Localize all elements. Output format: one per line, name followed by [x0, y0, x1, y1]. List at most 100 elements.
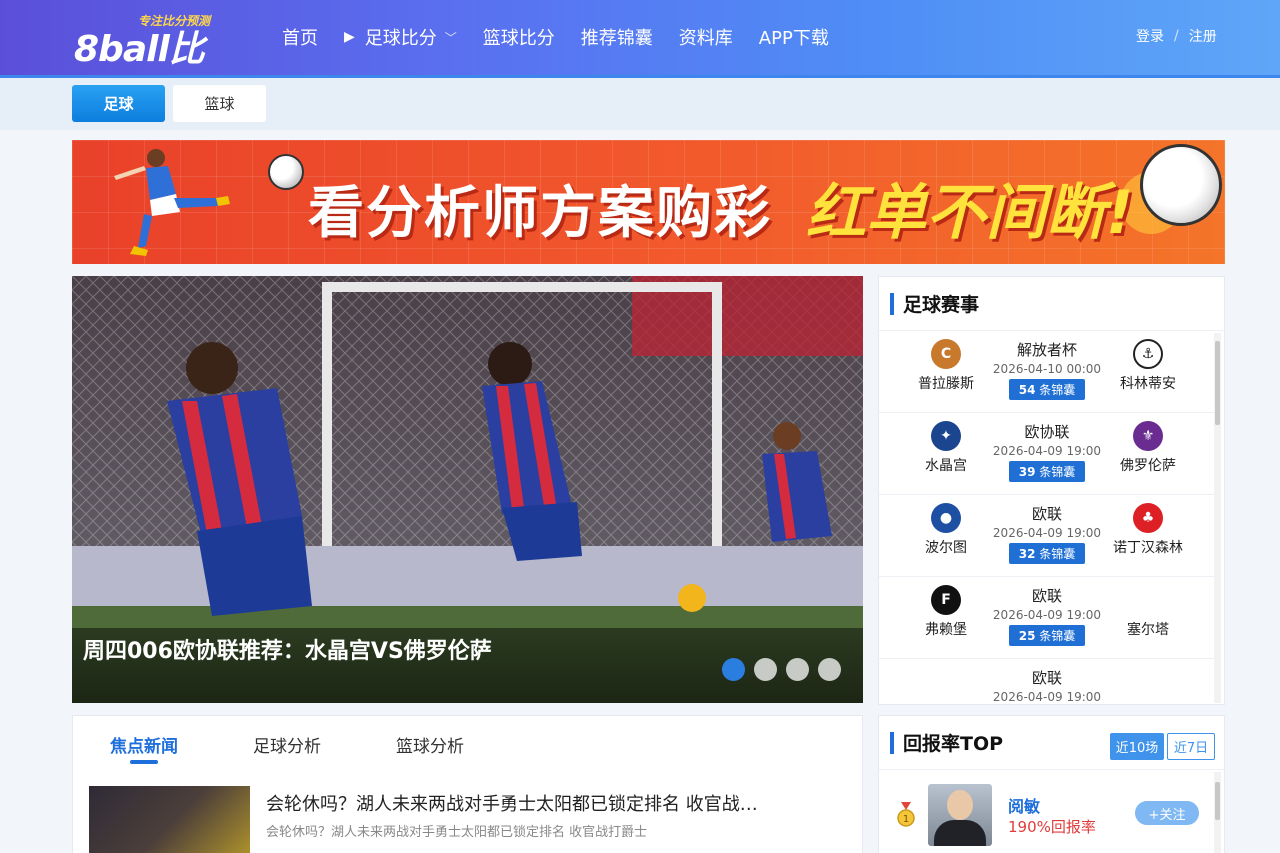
- away-team: ⚓ 科林蒂安: [1108, 339, 1188, 393]
- away-team-name: 科林蒂安: [1120, 376, 1176, 392]
- carousel-dot-4[interactable]: [818, 658, 841, 681]
- match-item[interactable]: F 弗赖堡 欧联 2026-04-09 19:00 25 条锦囊 塞尔塔: [879, 577, 1215, 659]
- rank-scrollbar[interactable]: [1214, 772, 1221, 853]
- match-info: 解放者杯 2026-04-10 00:00 54 条锦囊: [979, 339, 1115, 400]
- home-team-name: 普拉滕斯: [918, 376, 974, 392]
- football-matches-panel: 足球赛事 C 普拉滕斯 解放者杯 2026-04-10 00:00 54 条锦囊…: [878, 276, 1225, 705]
- news-thumbnail[interactable]: [89, 786, 250, 853]
- match-item[interactable]: ● 波尔图 欧联 2026-04-09 19:00 32 条锦囊 ♣ 诺丁汉森林: [879, 495, 1215, 577]
- match-item[interactable]: C 普拉滕斯 解放者杯 2026-04-10 00:00 54 条锦囊 ⚓ 科林…: [879, 331, 1215, 413]
- nav-home-label: 首页: [282, 28, 318, 49]
- matches-title: 足球赛事: [903, 294, 980, 316]
- login-link[interactable]: 登录: [1136, 26, 1164, 46]
- tips-badge[interactable]: 54 条锦囊: [1008, 379, 1086, 400]
- tips-badge[interactable]: 32 条锦囊: [1008, 543, 1086, 564]
- main-nav: 首页 ▶ 足球比分 ﹀ 篮球比分 推荐锦囊 资料库 APP下载: [282, 22, 855, 52]
- scrollbar-thumb[interactable]: [1215, 782, 1220, 820]
- soccer-player-illustration: [114, 149, 230, 256]
- match-item[interactable]: ✦ 水晶宫 欧协联 2026-04-09 19:00 39 条锦囊 ⚜ 佛罗伦萨: [879, 413, 1215, 495]
- match-time: 2026-04-09 19:00: [992, 526, 1102, 540]
- tips-suffix: 条锦囊: [1039, 629, 1076, 643]
- promo-banner[interactable]: 看分析师方案购彩 红单不间断!: [72, 140, 1225, 264]
- medal-rank: 1: [903, 814, 909, 825]
- match-time: 2026-04-10 00:00: [992, 362, 1102, 376]
- nav-database-label: 资料库: [678, 28, 733, 49]
- nav-tips[interactable]: 推荐锦囊: [581, 24, 653, 50]
- scrollbar-thumb[interactable]: [1215, 341, 1220, 425]
- carousel-dots: [722, 658, 850, 681]
- tab-focus-news-label: 焦点新闻: [110, 737, 178, 757]
- sport-tab-bar: 足球 篮球: [0, 78, 1280, 130]
- home-team-name: 波尔图: [925, 540, 967, 556]
- nav-basketball-label: 篮球比分: [482, 28, 555, 49]
- away-team-name: 诺丁汉森林: [1113, 540, 1183, 556]
- home-team: F 弗赖堡: [906, 585, 986, 639]
- matches-scrollbar[interactable]: [1214, 333, 1221, 703]
- carousel-dot-2[interactable]: [754, 658, 777, 681]
- match-time: 2026-04-09 19:00: [992, 608, 1102, 622]
- tips-badge[interactable]: 39 条锦囊: [1008, 461, 1086, 482]
- news-title[interactable]: 会轮休吗？湖人未来两战对手勇士太阳都已锁定排名 收官战…: [266, 790, 758, 816]
- match-info: 欧联 2026-04-09 19:00 25 条锦囊: [979, 585, 1115, 646]
- nav-database[interactable]: 资料库: [679, 24, 733, 50]
- nav-basketball-score[interactable]: 篮球比分: [483, 24, 555, 50]
- carousel-dot-1[interactable]: [722, 658, 745, 681]
- home-team-name: 弗赖堡: [925, 622, 967, 638]
- avatar[interactable]: [928, 784, 992, 846]
- away-team: ⚜ 佛罗伦萨: [1108, 421, 1188, 475]
- expert-return-rate: 190%回报率: [1008, 818, 1096, 836]
- away-team-name: 塞尔塔: [1127, 622, 1169, 638]
- rank-header: 回报率TOP 近10场 近7日: [879, 716, 1224, 770]
- matches-header: 足球赛事: [879, 277, 1224, 331]
- nav-home[interactable]: 首页: [282, 24, 318, 50]
- team-crest-icon: F: [931, 585, 961, 615]
- tips-count: 54: [1018, 383, 1036, 397]
- team-crest-icon: C: [931, 339, 961, 369]
- hero-caption[interactable]: 周四006欧协联推荐：水晶宫VS佛罗伦萨: [83, 633, 492, 665]
- home-team: ✦ 水晶宫: [906, 421, 986, 475]
- carousel-dot-3[interactable]: [786, 658, 809, 681]
- team-crest-icon: ✦: [931, 421, 961, 451]
- match-item[interactable]: 欧联 2026-04-09 19:00: [879, 659, 1215, 704]
- team-crest-icon: ♣: [1133, 503, 1163, 533]
- news-panel: 焦点新闻 足球分析 篮球分析 会轮休吗？湖人未来两战对手勇士太阳都已锁定排名 收…: [72, 715, 863, 853]
- site-logo[interactable]: 专注比分预测 8ball比分: [74, 10, 234, 122]
- match-list: C 普拉滕斯 解放者杯 2026-04-10 00:00 54 条锦囊 ⚓ 科林…: [879, 331, 1215, 704]
- banner-main-text: 看分析师方案购彩: [308, 181, 772, 246]
- title-accent-bar: [890, 292, 894, 315]
- nav-app-download[interactable]: APP下载: [759, 24, 829, 50]
- tab-football-analysis[interactable]: 足球分析: [253, 732, 321, 757]
- team-crest-icon: ⚓: [1133, 339, 1163, 369]
- away-team-name: 佛罗伦萨: [1120, 458, 1176, 474]
- follow-button[interactable]: +关注: [1135, 801, 1199, 825]
- auth-links: 登录 / 注册: [1136, 26, 1217, 46]
- away-team: 塞尔塔: [1108, 585, 1188, 639]
- expert-name[interactable]: 阅敏: [1008, 793, 1040, 817]
- tab-football[interactable]: 足球: [72, 85, 165, 122]
- tips-count: 32: [1018, 547, 1036, 561]
- tips-badge[interactable]: 25 条锦囊: [1008, 625, 1086, 646]
- soccer-ball-icon: [268, 154, 304, 190]
- tab-focus-news[interactable]: 焦点新闻: [110, 732, 178, 764]
- league-name: 欧联: [1031, 587, 1062, 605]
- tips-count: 39: [1018, 465, 1036, 479]
- register-link[interactable]: 注册: [1189, 26, 1217, 46]
- filter-last-10-button[interactable]: 近10场: [1110, 733, 1164, 760]
- match-info: 欧联 2026-04-09 19:00: [979, 667, 1115, 704]
- banner-highlight-text: 红单不间断!: [806, 178, 1134, 248]
- team-crest-placeholder: [1133, 585, 1163, 615]
- home-team: ● 波尔图: [906, 503, 986, 557]
- league-name: 欧协联: [1024, 423, 1070, 441]
- league-name: 解放者杯: [1016, 341, 1077, 359]
- match-info: 欧协联 2026-04-09 19:00 39 条锦囊: [979, 421, 1115, 482]
- tab-basketball-analysis[interactable]: 篮球分析: [396, 732, 464, 757]
- nav-football-label: 足球比分: [364, 28, 437, 49]
- active-tab-indicator: [130, 760, 158, 764]
- nav-football-score[interactable]: ▶ 足球比分 ﹀: [344, 24, 457, 50]
- tab-basketball[interactable]: 篮球: [173, 85, 266, 122]
- filter-last-7-days-button[interactable]: 近7日: [1167, 733, 1215, 760]
- hero-carousel[interactable]: 周四006欧协联推荐：水晶宫VS佛罗伦萨: [72, 276, 863, 703]
- team-crest-icon: ●: [931, 503, 961, 533]
- news-summary: 会轮休吗？湖人未来两战对手勇士太阳都已锁定排名 收官战打爵士: [266, 825, 648, 840]
- league-name: 欧联: [1031, 669, 1062, 687]
